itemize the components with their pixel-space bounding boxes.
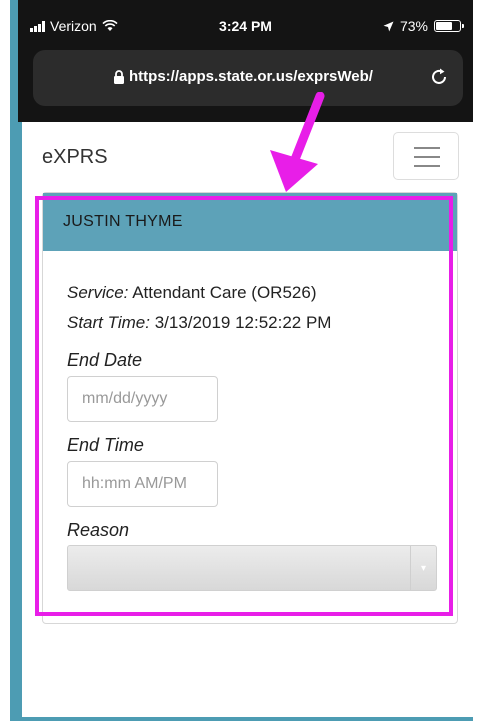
address-bar[interactable]: https://apps.state.or.us/exprsWeb/ [33, 50, 463, 106]
url-text: https://apps.state.or.us/exprsWeb/ [129, 68, 373, 85]
menu-toggle-button[interactable] [393, 132, 459, 180]
reload-icon[interactable] [429, 67, 449, 87]
annotation-arrow-icon [270, 92, 325, 192]
location-arrow-icon [383, 21, 394, 31]
status-right: 73% [383, 18, 464, 34]
hamburger-icon [414, 147, 440, 149]
annotation-highlight-box [35, 196, 453, 616]
navbar-brand[interactable]: eXPRS [42, 146, 108, 169]
battery-icon [434, 20, 464, 32]
battery-level [436, 22, 452, 30]
status-bar: Verizon 3:24 PM 73% [18, 16, 473, 38]
url-display[interactable]: https://apps.state.or.us/exprsWeb/ [113, 68, 373, 85]
lock-icon [114, 69, 124, 84]
battery-percent: 73% [399, 18, 428, 34]
